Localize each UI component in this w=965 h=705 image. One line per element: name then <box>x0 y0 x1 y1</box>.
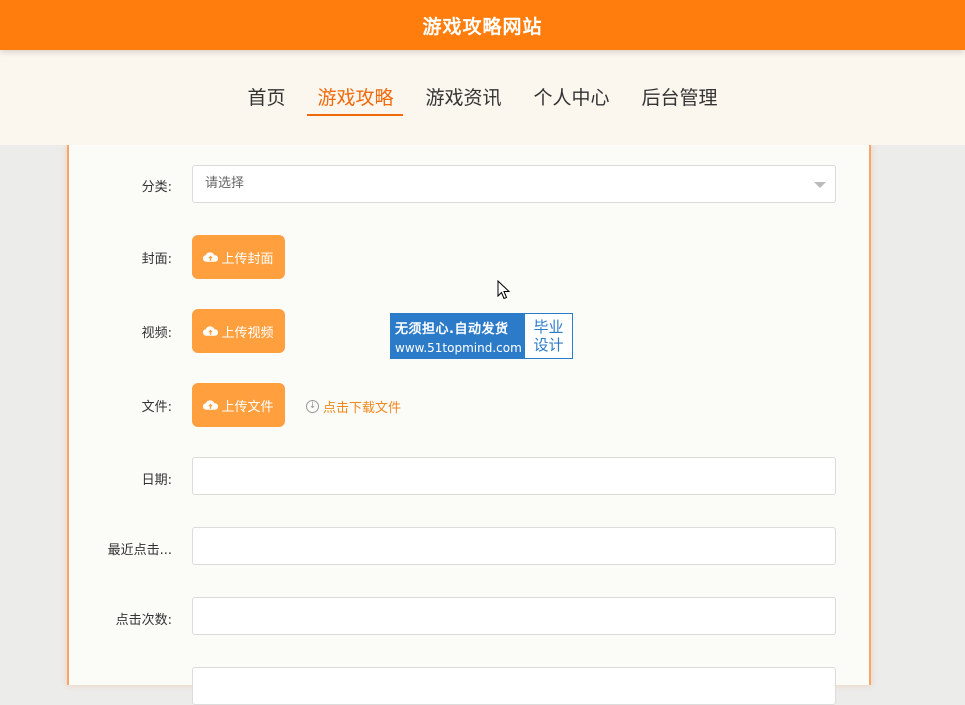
cloud-upload-icon <box>203 400 219 410</box>
date-input[interactable] <box>192 457 836 495</box>
date-row: 日期: <box>69 457 869 497</box>
watermark-badge: 毕业 设计 <box>525 314 572 358</box>
next-row <box>69 667 869 705</box>
cover-row: 封面: 上传封面 <box>69 235 869 279</box>
upload-video-label: 上传视频 <box>221 325 274 341</box>
mouse-cursor-icon <box>497 280 511 300</box>
upload-file-label: 上传文件 <box>221 399 274 415</box>
watermark-line1: 无须担心.自动发货 <box>395 322 509 337</box>
watermark-badge-bottom: 设计 <box>533 336 564 354</box>
nav-item-admin[interactable]: 后台管理 <box>632 84 728 116</box>
category-label: 分类: <box>141 180 172 195</box>
nav-item-personal-center[interactable]: 个人中心 <box>524 84 620 116</box>
watermark-banner: 无须担心.自动发货 www.51topmind.com 毕业 设计 <box>390 313 573 359</box>
upload-video-button[interactable]: 上传视频 <box>192 309 285 353</box>
chevron-down-icon <box>814 182 826 188</box>
cloud-upload-icon <box>203 252 219 262</box>
upload-file-button[interactable]: 上传文件 <box>192 383 285 427</box>
form-panel: 分类: 请选择 封面: 上传封面 视频: 上传视频 文件: 上传文件 ↓ 点击下… <box>67 145 871 705</box>
cover-label: 封面: <box>141 252 172 267</box>
click-count-input[interactable] <box>192 597 836 635</box>
last-click-label: 最近点击... <box>107 543 172 558</box>
date-label: 日期: <box>141 473 172 488</box>
nav-item-game-guides[interactable]: 游戏攻略 <box>307 84 404 116</box>
site-title: 游戏攻略网站 <box>422 15 543 38</box>
click-count-row: 点击次数: <box>69 597 869 637</box>
last-click-input[interactable] <box>192 527 836 565</box>
top-header-bar: 游戏攻略网站 <box>0 0 965 50</box>
watermark-text: 无须担心.自动发货 www.51topmind.com <box>391 314 525 358</box>
nav-item-game-news[interactable]: 游戏资讯 <box>415 84 511 116</box>
download-circle-icon: ↓ <box>306 400 319 413</box>
click-count-label: 点击次数: <box>115 613 172 628</box>
upload-cover-button[interactable]: 上传封面 <box>192 235 285 279</box>
next-input[interactable] <box>192 667 836 705</box>
file-row: 文件: 上传文件 ↓ 点击下载文件 <box>69 383 869 427</box>
cloud-upload-icon <box>203 326 219 336</box>
main-nav: 首页 游戏攻略 游戏资讯 个人中心 后台管理 <box>0 50 965 145</box>
file-label: 文件: <box>141 400 172 415</box>
category-row: 分类: 请选择 <box>69 165 869 205</box>
category-placeholder: 请选择 <box>205 176 245 191</box>
category-select[interactable]: 请选择 <box>192 165 836 203</box>
download-file-link[interactable]: ↓ 点击下载文件 <box>306 397 401 416</box>
upload-cover-label: 上传封面 <box>221 251 274 267</box>
download-file-label: 点击下载文件 <box>323 401 402 416</box>
nav-item-home[interactable]: 首页 <box>237 84 295 116</box>
watermark-badge-top: 毕业 <box>533 318 564 336</box>
nav-list: 首页 游戏攻略 游戏资讯 个人中心 后台管理 <box>231 84 733 116</box>
last-click-row: 最近点击... <box>69 527 869 567</box>
video-label: 视频: <box>141 326 172 341</box>
watermark-line2: www.51topmind.com <box>395 341 522 355</box>
